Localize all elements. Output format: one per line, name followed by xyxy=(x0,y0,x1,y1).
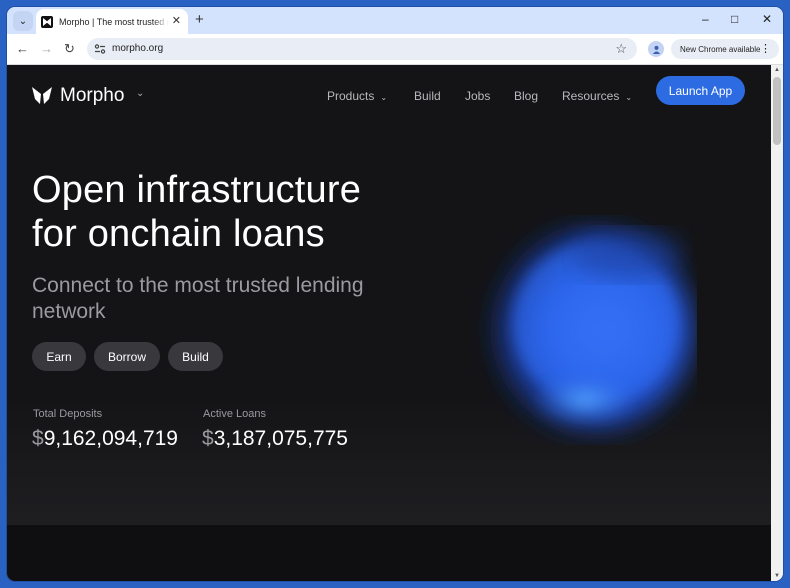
tab-search-button[interactable]: ⌄ xyxy=(13,11,33,31)
total-deposits-label: Total Deposits xyxy=(33,408,103,420)
brand-name[interactable]: Morpho xyxy=(60,85,124,107)
update-chrome-label: New Chrome available xyxy=(680,44,761,54)
browser-tab[interactable]: Morpho | The most trusted network ✕ xyxy=(36,9,188,34)
hero-subhead: Connect to the most trusted lending netw… xyxy=(32,274,364,323)
hero-orb-graphic xyxy=(479,225,695,435)
chevron-down-icon: ⌄ xyxy=(625,93,633,102)
next-section xyxy=(7,525,771,581)
scroll-up-arrow-icon[interactable]: ▲ xyxy=(774,67,780,73)
forward-arrow-icon[interactable]: → xyxy=(40,41,53,57)
morpho-logo-icon[interactable] xyxy=(32,87,52,105)
profile-avatar-icon[interactable] xyxy=(648,41,664,57)
borrow-button[interactable]: Borrow xyxy=(94,342,160,371)
address-bar[interactable]: morpho.org ☆ xyxy=(87,38,637,60)
maximize-icon[interactable]: □ xyxy=(731,11,738,27)
close-icon[interactable]: ✕ xyxy=(172,15,181,27)
total-deposits-value: $9,162,094,719 xyxy=(32,427,178,450)
morpho-favicon-icon xyxy=(41,15,53,28)
build-button[interactable]: Build xyxy=(168,342,223,371)
chevron-down-icon: ⌄ xyxy=(18,15,28,27)
earn-button[interactable]: Earn xyxy=(32,342,86,371)
url-text: morpho.org xyxy=(112,43,164,54)
page-scrollbar[interactable]: ▲ ▼ xyxy=(771,65,783,581)
headline-line-2: for onchain loans xyxy=(32,213,325,255)
scroll-thumb[interactable] xyxy=(773,77,781,145)
page-viewport: Morpho ⌄ Products ⌄ Build Jobs Blog Resou… xyxy=(7,65,771,581)
scroll-down-arrow-icon[interactable]: ▼ xyxy=(774,573,780,579)
browser-toolbar: ← → ↻ morpho.org ☆ New Chrome available … xyxy=(7,34,783,65)
bookmark-star-icon[interactable]: ☆ xyxy=(615,41,627,57)
chevron-down-icon[interactable]: ⌄ xyxy=(136,88,144,99)
nav-blog[interactable]: Blog xyxy=(514,89,538,103)
browser-window: ⌄ Morpho | The most trusted network ✕ + … xyxy=(7,7,783,581)
headline-line-1: Open infrastructure xyxy=(32,169,362,211)
nav-resources[interactable]: Resources ⌄ xyxy=(562,89,632,103)
more-menu-icon[interactable]: ⋮ xyxy=(760,43,771,55)
window-close-icon[interactable]: ✕ xyxy=(762,11,772,27)
new-tab-icon[interactable]: + xyxy=(195,11,204,29)
nav-jobs[interactable]: Jobs xyxy=(465,89,490,103)
back-arrow-icon[interactable]: ← xyxy=(16,41,29,57)
chevron-down-icon: ⌄ xyxy=(380,93,388,102)
hero-headline: Open infrastructure for onchain loans xyxy=(32,168,361,256)
launch-app-button[interactable]: Launch App xyxy=(656,76,745,105)
tab-strip: ⌄ Morpho | The most trusted network ✕ + … xyxy=(7,7,783,34)
minimize-icon[interactable]: – xyxy=(702,11,709,27)
active-loans-label: Active Loans xyxy=(203,408,266,420)
site-info-icon[interactable] xyxy=(94,43,106,55)
update-chrome-button[interactable]: New Chrome available ⋮ xyxy=(671,39,779,59)
nav-build[interactable]: Build xyxy=(414,89,441,103)
tab-title: Morpho | The most trusted network xyxy=(59,16,169,27)
active-loans-value: $3,187,075,775 xyxy=(202,427,348,450)
site-header: Morpho ⌄ Products ⌄ Build Jobs Blog Resou… xyxy=(7,65,771,129)
reload-icon[interactable]: ↻ xyxy=(64,41,75,57)
nav-products[interactable]: Products ⌄ xyxy=(327,89,387,103)
